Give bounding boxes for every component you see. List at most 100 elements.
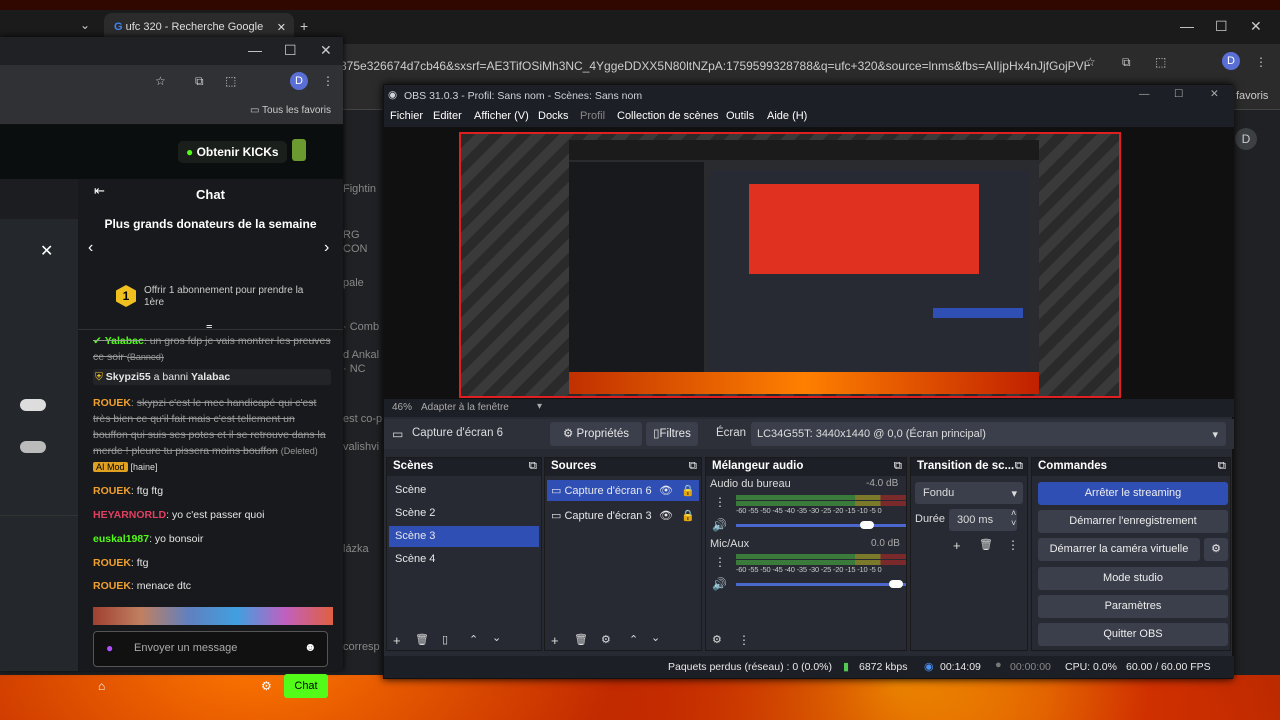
chat-message[interactable]: ROUEK: ftg xyxy=(93,555,331,571)
extension-icon[interactable]: ⧉ xyxy=(195,74,204,89)
chat-username[interactable]: ROUEK xyxy=(93,397,131,409)
filters-button[interactable]: ▯Filtres xyxy=(646,422,698,446)
all-bookmarks[interactable]: ▭ Tous les favoris xyxy=(250,105,331,116)
start-virtual-camera-button[interactable]: Démarrer la caméra virtuelle xyxy=(1038,538,1200,561)
toggle-switch[interactable] xyxy=(20,399,46,411)
add-icon[interactable]: + xyxy=(953,538,961,553)
preview-canvas[interactable] xyxy=(459,132,1121,398)
minimize-icon[interactable]: — xyxy=(1180,18,1194,34)
url-field[interactable]: 375e326674d7cb46&sxsrf=AE3TifOSiMh3NC_4Y… xyxy=(340,52,1090,80)
filter-icon[interactable]: ▯ xyxy=(442,633,448,646)
stepper-icon[interactable]: ˄ ˅ xyxy=(1011,508,1016,528)
menu-tools[interactable]: Outils xyxy=(726,110,754,122)
trash-icon[interactable]: 🗑 xyxy=(574,633,588,646)
chat-message[interactable]: HEYARNORLD: yo c'est passer quoi xyxy=(93,507,331,523)
new-tab-icon[interactable]: + xyxy=(300,18,308,34)
undock-icon[interactable]: ⧉ xyxy=(894,460,902,473)
chat-username[interactable]: ROUEK xyxy=(93,557,131,569)
bookmarks-label[interactable]: favoris xyxy=(1236,90,1268,102)
star-icon[interactable]: ☆ xyxy=(155,74,166,88)
chat-message[interactable]: ✔ Yalabac: un gros fdp je vais montrer l… xyxy=(93,333,331,365)
studio-mode-button[interactable]: Mode studio xyxy=(1038,567,1228,590)
chat-username[interactable]: Skypzi55 xyxy=(106,371,151,383)
maximize-icon[interactable]: ☐ xyxy=(1174,88,1183,100)
undock-icon[interactable]: ⧉ xyxy=(529,460,537,473)
arrow-down-icon[interactable]: ⌄ xyxy=(492,631,501,644)
chat-username[interactable]: Yalabac xyxy=(191,371,230,383)
toggle-switch[interactable] xyxy=(20,441,46,453)
maximize-icon[interactable]: ☐ xyxy=(284,42,297,59)
scene-item[interactable]: Scène 4 xyxy=(389,549,539,570)
add-icon[interactable]: + xyxy=(393,633,401,648)
gear-icon[interactable]: ⚙ xyxy=(261,679,272,693)
chat-username[interactable]: Yalabac xyxy=(105,335,144,347)
settings-button[interactable]: Paramètres xyxy=(1038,595,1228,618)
chevron-down-icon[interactable]: ▾ xyxy=(537,401,542,412)
avatar[interactable]: D xyxy=(290,72,308,90)
minimize-icon[interactable]: — xyxy=(248,42,262,58)
menu-help[interactable]: Aide (H) xyxy=(767,110,807,122)
chat-username[interactable]: HEYARNORLD xyxy=(93,509,166,521)
star-icon[interactable]: ☆ xyxy=(1085,55,1096,69)
speaker-icon[interactable]: 🔊 xyxy=(712,577,727,591)
puzzle-icon[interactable]: ⬚ xyxy=(1155,55,1166,69)
lock-icon[interactable]: 🔒 xyxy=(681,509,695,522)
arrow-down-icon[interactable]: ⌄ xyxy=(651,631,660,644)
add-icon[interactable]: + xyxy=(551,633,559,648)
undock-icon[interactable]: ⧉ xyxy=(1015,460,1023,473)
preview-area[interactable] xyxy=(384,127,1234,399)
lock-icon[interactable]: 🔒 xyxy=(681,484,695,497)
undock-icon[interactable]: ⧉ xyxy=(689,460,697,473)
menu-edit[interactable]: Editer xyxy=(433,110,462,122)
menu-icon[interactable]: ⋮ xyxy=(1255,55,1267,69)
transition-select[interactable]: Fondu ▾ xyxy=(915,482,1023,504)
chat-message[interactable]: euskal1987: yo bonsoir xyxy=(93,531,331,547)
maximize-icon[interactable]: ☐ xyxy=(1215,18,1228,35)
volume-slider-handle[interactable] xyxy=(888,580,903,588)
scene-item[interactable]: Scène 2 xyxy=(389,503,539,524)
volume-slider[interactable] xyxy=(736,583,906,586)
close-window-icon[interactable]: ✕ xyxy=(1250,18,1262,35)
trash-icon[interactable]: 🗑 xyxy=(979,538,993,551)
chat-username[interactable]: euskal1987 xyxy=(93,533,149,545)
source-item-selected[interactable]: ▭ Capture d'écran 6 👁 🔒 xyxy=(547,480,699,501)
chat-message[interactable]: ROUEK: ftg ftg xyxy=(93,483,331,499)
chat-message[interactable]: ROUEK: skypzi c'est le mec handicapé qui… xyxy=(93,395,331,475)
menu-icon[interactable]: ⋮ xyxy=(714,495,726,509)
menu-profile[interactable]: Profil xyxy=(580,110,605,122)
menu-docks[interactable]: Docks xyxy=(538,110,569,122)
close-window-icon[interactable]: ✕ xyxy=(1210,88,1219,100)
menu-file[interactable]: Fichier xyxy=(390,110,423,122)
menu-icon[interactable]: ⋮ xyxy=(322,74,334,88)
close-icon[interactable]: ✕ xyxy=(40,241,53,261)
puzzle-icon[interactable]: ⬚ xyxy=(225,74,236,88)
chat-message[interactable]: ROUEK: menace dtc xyxy=(93,578,331,594)
scene-item[interactable]: Scène xyxy=(389,480,539,501)
zoom-level[interactable]: 46% xyxy=(392,402,412,413)
minimize-icon[interactable]: — xyxy=(1139,88,1150,100)
duration-input[interactable]: 300 ms xyxy=(949,509,1017,531)
properties-button[interactable]: ⚙ Propriétés xyxy=(550,422,642,446)
menu-scene-collection[interactable]: Collection de scènes xyxy=(617,110,719,122)
trash-icon[interactable]: 🗑 xyxy=(415,633,429,646)
undock-icon[interactable]: ⧉ xyxy=(1218,460,1226,473)
menu-icon[interactable]: ⋮ xyxy=(714,555,726,569)
mic-icon[interactable]: ● xyxy=(106,641,113,655)
scene-item-selected[interactable]: Scène 3 xyxy=(389,526,539,547)
avatar[interactable]: D xyxy=(1235,128,1257,150)
stop-streaming-button[interactable]: Arrêter le streaming xyxy=(1038,482,1228,505)
volume-slider-handle[interactable] xyxy=(859,521,874,529)
close-tab-icon[interactable]: ✕ xyxy=(277,21,286,34)
arrow-up-icon[interactable]: ⌃ xyxy=(469,633,478,646)
chat-send-button[interactable]: Chat xyxy=(284,674,328,698)
gear-icon[interactable]: ⚙ xyxy=(601,633,611,646)
chat-input[interactable]: ● Envoyer un message ☻ xyxy=(93,631,328,667)
get-kicks-button[interactable]: ● Obtenir KICKs xyxy=(178,141,287,163)
mixer-settings-icon[interactable]: ⚙ xyxy=(712,633,722,646)
source-item[interactable]: ▭ Capture d'écran 3 👁 🔒 xyxy=(547,505,699,526)
menu-view[interactable]: Afficher (V) xyxy=(474,110,529,122)
screen-select[interactable]: LC34G55T: 3440x1440 @ 0,0 (Écran princip… xyxy=(751,422,1226,446)
avatar[interactable]: D xyxy=(1222,52,1240,70)
arrow-up-icon[interactable]: ⌃ xyxy=(629,633,638,646)
donor-text[interactable]: Offrir 1 abonnement pour prendre la 1ère xyxy=(144,285,319,309)
